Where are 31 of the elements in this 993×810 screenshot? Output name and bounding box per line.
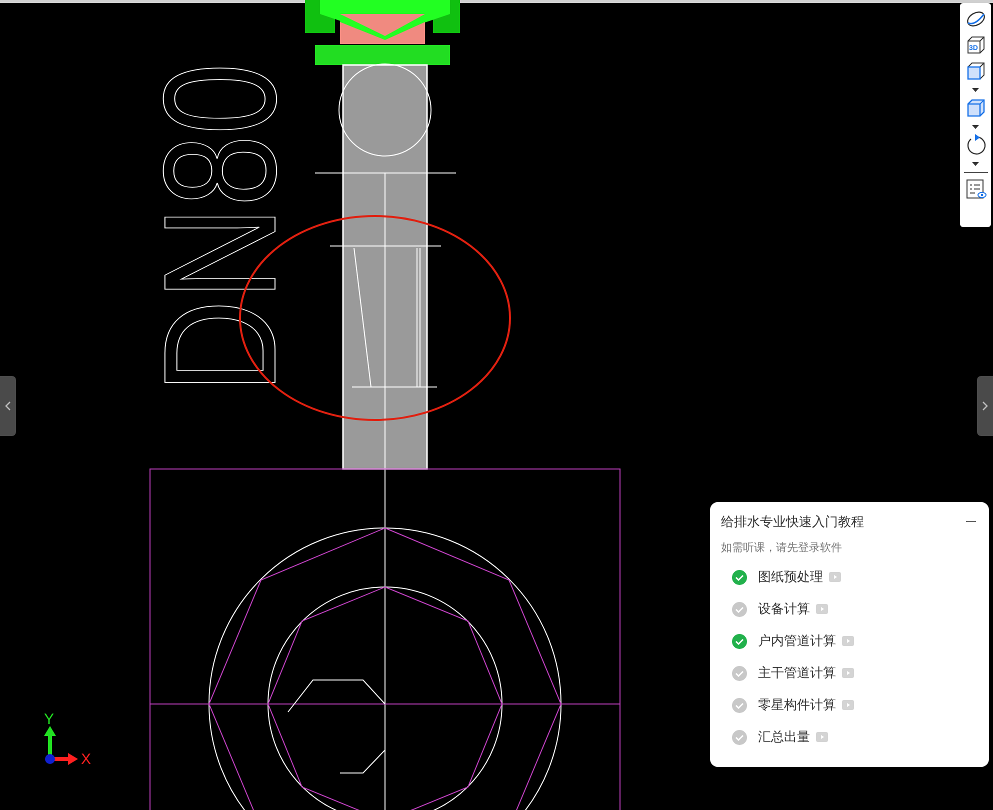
panel-subtitle: 如需听课，请先登录软件 xyxy=(721,540,843,556)
caret-icon xyxy=(972,124,979,128)
properties-icon xyxy=(964,178,986,200)
video-icon xyxy=(842,668,854,678)
cube-icon xyxy=(966,35,986,55)
cube-icon xyxy=(966,61,986,81)
video-icon xyxy=(816,604,828,614)
side-panel-toggle[interactable] xyxy=(977,376,993,436)
axis-icon xyxy=(42,726,80,768)
lesson-link[interactable]: 设备计算 xyxy=(758,599,810,619)
side-panel-toggle[interactable] xyxy=(0,376,16,436)
minimize-icon xyxy=(966,520,976,523)
video-icon xyxy=(842,700,854,710)
chevron-right-icon xyxy=(982,401,988,411)
video-icon xyxy=(842,636,854,646)
cad-text: DN80 xyxy=(130,0,309,393)
cube-icon xyxy=(966,98,986,118)
lesson-link[interactable]: 零星构件计算 xyxy=(758,695,836,715)
panel-title: 给排水专业快速入门教程 xyxy=(721,513,864,531)
lesson-link[interactable]: 户内管道计算 xyxy=(758,631,836,651)
video-icon xyxy=(816,732,828,742)
axis-label: Y xyxy=(44,712,54,727)
chevron-left-icon xyxy=(5,401,11,411)
video-icon xyxy=(829,572,841,582)
lesson-link[interactable]: 主干管道计算 xyxy=(758,663,836,683)
axis-label: X xyxy=(81,752,92,767)
rotate-icon xyxy=(964,134,986,156)
lesson-link[interactable]: 图纸预处理 xyxy=(758,567,823,587)
caret-icon xyxy=(972,162,979,166)
lesson-link[interactable]: 汇总出量 xyxy=(758,727,810,747)
caret-icon xyxy=(972,88,979,92)
